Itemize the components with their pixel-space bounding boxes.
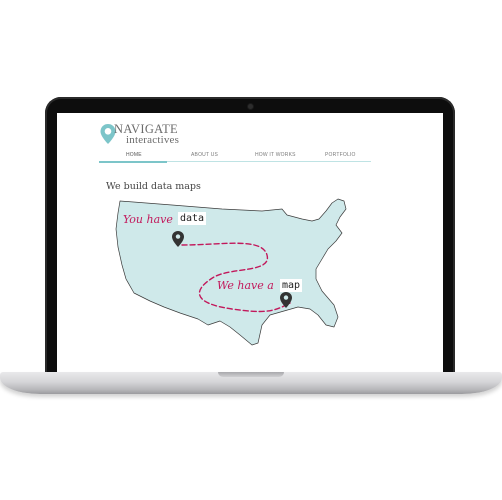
nav-home[interactable]: HOME	[126, 152, 142, 158]
laptop-mockup: NAVIGATE interactives HOME ABOUT US HOW …	[0, 0, 502, 500]
laptop-base	[0, 372, 502, 394]
map-label: map	[280, 279, 303, 292]
nav-about-us[interactable]: ABOUT US	[191, 152, 218, 158]
laptop-lid: NAVIGATE interactives HOME ABOUT US HOW …	[45, 97, 455, 380]
active-tab-indicator	[99, 161, 167, 163]
nav-portfolio[interactable]: PORTFOLIO	[325, 152, 356, 158]
we-have-a-text: We have a	[217, 279, 274, 292]
main-nav: HOME ABOUT US HOW IT WORKS PORTFOLIO	[99, 149, 371, 163]
you-have-text: You have	[123, 213, 173, 226]
logo-subtitle[interactable]: interactives	[126, 134, 179, 146]
nav-how-it-works[interactable]: HOW IT WORKS	[255, 152, 296, 158]
data-label: data	[178, 212, 207, 225]
camera-icon	[247, 104, 253, 109]
laptop-notch	[218, 372, 284, 377]
website-screen: NAVIGATE interactives HOME ABOUT US HOW …	[57, 113, 443, 373]
page-title: We build data maps	[106, 181, 201, 192]
